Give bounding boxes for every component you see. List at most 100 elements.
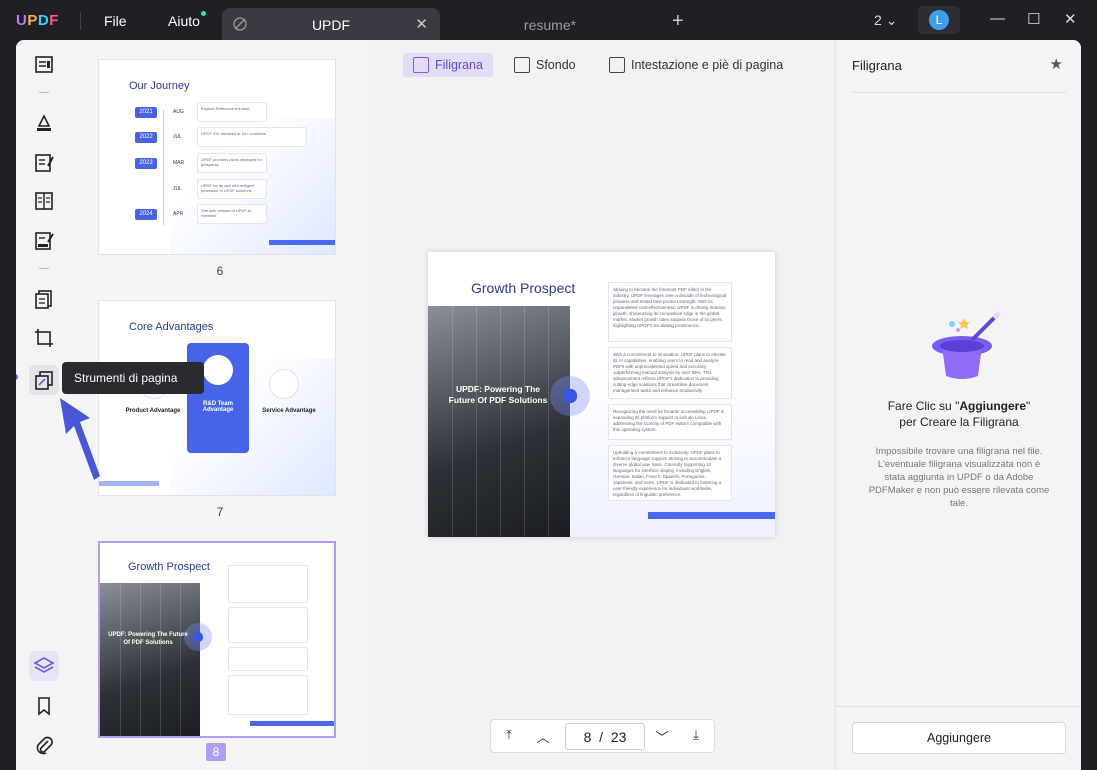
timeline-month: AUG	[173, 109, 184, 115]
service-advantage-label: Service Advantage	[262, 408, 316, 414]
timeline-year: 2022	[135, 132, 157, 143]
product-advantage-label: Product Advantage	[125, 408, 181, 414]
menu-aiuto[interactable]: Aiuto	[168, 13, 200, 29]
minimize-icon[interactable]: —	[990, 10, 1005, 27]
close-tab-icon[interactable]: ✕	[415, 15, 428, 33]
slide-title: Core Advantages	[129, 321, 214, 333]
last-page-icon[interactable]: ⤓	[687, 727, 705, 745]
tab-resume[interactable]: resume*	[460, 17, 640, 33]
star-icon[interactable]: ★	[1050, 55, 1063, 73]
timeline-year: 2024	[135, 209, 157, 220]
prev-page-icon[interactable]: ︿	[534, 727, 552, 745]
building-image	[428, 306, 570, 537]
slide-footer-bar	[269, 240, 335, 245]
active-indicator	[16, 374, 18, 380]
document-view: Filigrana Sfondo Intestazione e piè di p…	[369, 40, 835, 770]
message-suffix: "	[1026, 399, 1031, 413]
timeline-line	[163, 110, 164, 225]
empty-state-message: Fare Clic su "Aggiungere" per Creare la …	[852, 398, 1066, 430]
attachment-icon[interactable]	[33, 735, 55, 757]
divider	[39, 268, 49, 269]
thumbnail-page-number: 7	[216, 505, 224, 519]
magic-hat-icon	[932, 310, 1002, 379]
slide-title: Growth Prospect	[128, 561, 210, 573]
slide-title: Growth Prospect	[471, 280, 576, 296]
highlight-circle	[184, 623, 212, 651]
slide-card: With a commitment to innovation, UPDF pl…	[608, 347, 732, 399]
reader-icon[interactable]	[33, 54, 55, 76]
timeline-card: UPDF for as well as intelligent processo…	[197, 179, 267, 199]
menu-file[interactable]: File	[104, 13, 127, 29]
filigrana-tab[interactable]: Filigrana	[403, 53, 493, 77]
thumbnail-page-number: 6	[216, 264, 224, 278]
slide-card	[228, 675, 308, 715]
window-count[interactable]: 2 ⌄	[874, 12, 897, 29]
sign-icon[interactable]	[33, 230, 55, 252]
app-logo: UPDF	[16, 12, 59, 29]
slide-card	[228, 647, 308, 671]
building-image	[100, 583, 200, 736]
timeline-year: 2023	[135, 158, 157, 169]
service-icon	[269, 369, 299, 399]
pointer-arrow-icon	[60, 398, 100, 480]
slide-card	[228, 607, 308, 643]
edit-pdf-icon[interactable]	[33, 152, 55, 174]
message-bold: Aggiungere	[959, 399, 1026, 413]
timeline-card: The web version of UPDF AI released	[197, 204, 267, 224]
timeline-month: APR	[173, 211, 184, 217]
crop-icon[interactable]	[33, 327, 55, 349]
background-icon	[514, 57, 530, 73]
timeline-card: UPDF iOS released in 10+ countries	[197, 127, 307, 147]
timeline-card: Explore Reference the best	[197, 102, 267, 122]
rnd-label: R&D Team Advantage	[202, 401, 234, 413]
page-tools-tooltip: Strumenti di pagina	[62, 362, 204, 394]
tab-label: UPDF	[311, 17, 351, 33]
slide-card: Recognizing the need for broader accessi…	[608, 404, 732, 440]
overlay-line-2: Future Of PDF Solutions	[448, 395, 548, 405]
divider	[80, 12, 81, 30]
form-icon[interactable]	[33, 190, 55, 212]
organize-pages-icon[interactable]	[33, 288, 55, 310]
timeline-month: MAR	[173, 160, 185, 166]
tab-updf[interactable]: UPDF ✕	[222, 8, 440, 40]
message-prefix: Fare Clic su "	[887, 399, 960, 413]
watermark-panel: Filigrana ★ Fare Clic su "Aggiungere" pe…	[835, 40, 1081, 770]
page-number-input[interactable]: 8 / 23	[565, 723, 645, 750]
close-window-icon[interactable]: ✕	[1064, 10, 1077, 28]
divider	[39, 92, 49, 93]
slide-overlay-text: UPDF: Powering The Future Of PDF Solutio…	[108, 632, 188, 646]
first-page-icon[interactable]: ⤒	[500, 727, 518, 745]
empty-state-description: Impossibile trovare una filigrana nel fi…	[868, 446, 1050, 509]
account-button[interactable]: L	[918, 6, 960, 34]
overlay-line-1: UPDF: Powering The	[455, 384, 541, 394]
divider	[852, 92, 1066, 93]
timeline-card: UPDF provides plans deployed for prosper…	[197, 153, 267, 173]
total-pages: 23	[610, 729, 627, 745]
sfondo-tab[interactable]: Sfondo	[504, 53, 576, 77]
bookmark-icon[interactable]	[33, 695, 55, 717]
rnd-icon	[203, 355, 233, 385]
avatar: L	[929, 10, 949, 30]
message-line-2: per Creare la Filigrana	[899, 415, 1019, 429]
sfondo-label: Sfondo	[536, 58, 576, 72]
maximize-icon[interactable]: ☐	[1027, 10, 1040, 28]
page-tools-icon[interactable]	[33, 369, 55, 391]
add-watermark-button[interactable]: Aggiungere	[852, 722, 1066, 754]
layers-icon[interactable]	[33, 655, 55, 677]
comment-highlighter-icon[interactable]	[33, 112, 55, 134]
header-footer-label: Intestazione e piè di pagina	[631, 58, 784, 72]
new-tab-icon[interactable]: +	[672, 10, 684, 33]
thumbnail-page-7[interactable]: Core Advantages Product Advantage R&D Te…	[98, 300, 336, 496]
slide-card: Upholding a commitment to inclusivity, U…	[608, 445, 732, 501]
thumbnail-page-8[interactable]: Growth Prospect UPDF: Powering The Futur…	[98, 541, 336, 738]
next-page-icon[interactable]: ﹀	[653, 727, 671, 745]
header-footer-tab[interactable]: Intestazione e piè di pagina	[599, 53, 783, 77]
slide-title: Our Journey	[129, 80, 190, 92]
timeline-month: JUL	[173, 134, 182, 140]
page-preview: Growth Prospect UPDF: Powering The Futur…	[428, 252, 775, 537]
timeline-year: 2021	[135, 107, 157, 118]
thumbnail-page-6[interactable]: Our Journey 2021 AUG Explore Reference t…	[98, 59, 336, 255]
notification-dot	[201, 11, 206, 16]
title-bar: UPDF File Aiuto UPDF ✕ resume* + 2 ⌄ L —…	[0, 0, 1097, 40]
slide-footer-bar	[250, 721, 334, 726]
